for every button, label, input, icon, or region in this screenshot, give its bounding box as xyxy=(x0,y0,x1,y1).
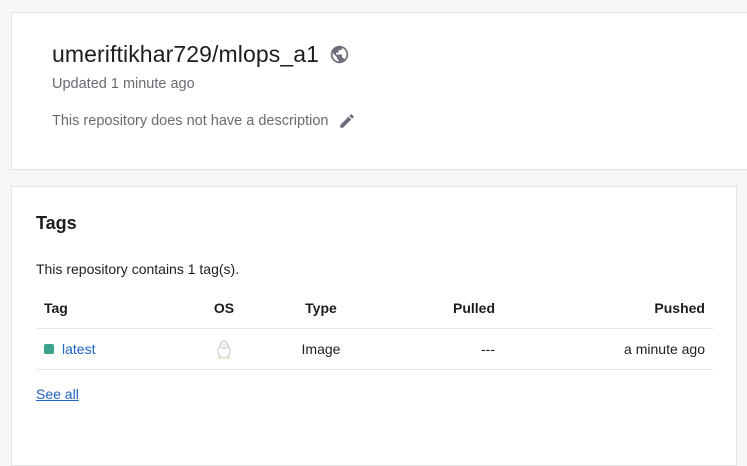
updated-time: Updated 1 minute ago xyxy=(52,76,195,92)
table-header-row: Tag OS Type Pulled Pushed xyxy=(36,288,713,329)
linux-icon xyxy=(215,339,233,359)
tags-count: This repository contains 1 tag(s). xyxy=(36,261,240,277)
column-header-pulled: Pulled xyxy=(452,300,495,316)
pulled-cell: --- xyxy=(481,341,495,357)
table-row: latest Image --- a minute ago xyxy=(36,329,713,370)
column-header-type: Type xyxy=(305,300,337,316)
repo-description: This repository does not have a descript… xyxy=(52,113,329,129)
repo-title: umeriftikhar729/mlops_a1 xyxy=(52,41,320,67)
tags-card: Tags This repository contains 1 tag(s). … xyxy=(11,186,737,466)
column-header-pushed: Pushed xyxy=(654,300,705,316)
globe-icon xyxy=(329,44,350,65)
tags-heading: Tags xyxy=(36,213,77,233)
tags-table: Tag OS Type Pulled Pushed latest Image -… xyxy=(36,288,713,370)
repo-title-row: umeriftikhar729/mlops_a1 xyxy=(52,41,350,68)
column-header-os: OS xyxy=(213,300,235,316)
type-cell: Image xyxy=(301,341,341,357)
tag-cell: latest xyxy=(44,329,95,369)
status-indicator xyxy=(44,344,54,354)
repository-header-card: umeriftikhar729/mlops_a1 Updated 1 minut… xyxy=(11,12,747,170)
os-cell xyxy=(212,329,236,369)
see-all-link[interactable]: See all xyxy=(36,386,79,402)
pencil-icon[interactable] xyxy=(338,112,356,130)
tag-link-latest[interactable]: latest xyxy=(62,341,95,357)
pushed-cell: a minute ago xyxy=(624,341,705,357)
description-row: This repository does not have a descript… xyxy=(52,112,356,130)
column-header-tag: Tag xyxy=(44,300,68,316)
